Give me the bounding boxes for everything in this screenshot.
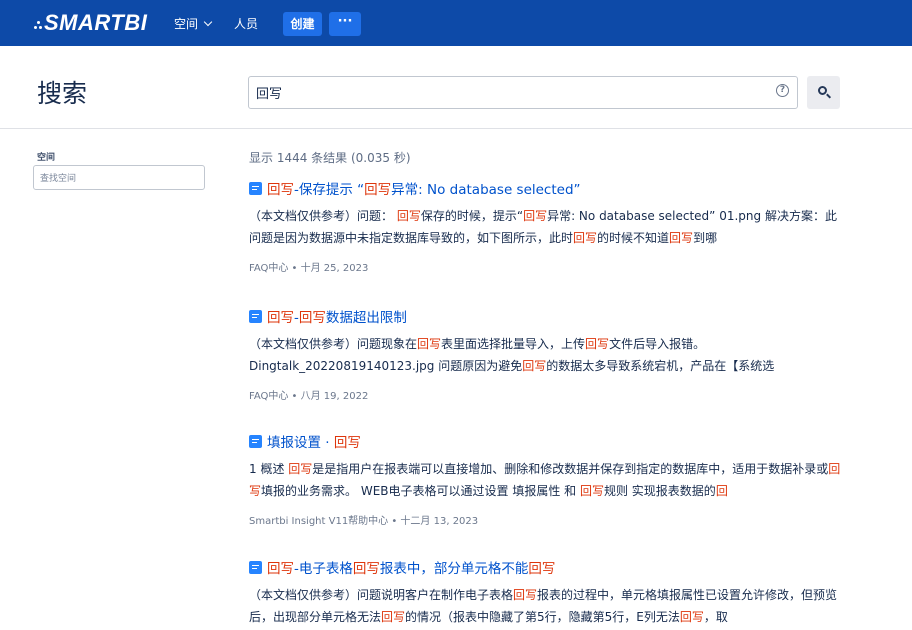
text-segment: 1 概述 [249,462,289,476]
nav-people-link[interactable]: 人员 [234,15,258,32]
text-segment: 规则 实现报表数据的 [603,484,716,498]
text-segment: 填报设置 · [267,435,334,451]
document-icon [249,560,262,574]
text-segment: （本文档仅供参考）问题说明客户在制作电子表格 [249,588,514,602]
result-meta: Smartbi Insight V11帮助中心 • 十二月 13, 2023 [249,516,479,527]
header-divider [0,128,912,129]
logo-text: SMARTBI [44,10,148,35]
page-title: 搜索 [37,79,88,108]
text-segment: 的时候不知道 [597,231,670,245]
results-summary: 显示 1444 条结果 (0.035 秒) [249,151,411,165]
result-title-link[interactable]: 回写-保存提示 “回写异常: No database selected” [249,178,859,198]
text-segment: 保存的时候，提示“ [420,209,524,223]
nav-spaces-menu[interactable]: 空间 [174,15,213,32]
highlighted-term: 回写 [573,231,598,245]
text-segment: 到哪 [693,231,718,245]
highlighted-term: 回写 [579,484,604,498]
text-segment: （本文档仅供参考）问题现象在 [249,337,418,351]
smartbi-logo[interactable]: SMARTBI [34,9,147,37]
document-icon [249,434,262,448]
highlighted-term: 回写 [528,561,556,577]
search-input[interactable] [256,77,756,108]
result-title-link[interactable]: 填报设置 · 回写 [249,431,859,451]
highlighted-term: 回写 [679,610,704,624]
text-segment: 的情况（报表中隐藏了第5行，隐藏第5行，E列无法 [405,610,680,624]
space-filter-field [33,165,205,191]
text-segment: 异常: No database selected” [391,182,581,198]
highlighted-term: 回写 [585,337,610,351]
highlighted-term: 回写 [333,435,361,451]
space-filter-input[interactable] [34,167,204,191]
help-icon[interactable]: ? [776,84,789,97]
text-segment: 的数据太多导致系统宕机，产品在【系统选 [546,359,775,373]
highlighted-term: 回写 [381,610,406,624]
highlighted-term: 回写 [522,359,547,373]
space-filter-label: 空间 [37,153,56,163]
text-segment: （本文档仅供参考）问题： [249,209,397,223]
highlighted-term: 回写 [396,209,421,223]
highlighted-term: 回写 [523,209,548,223]
result-excerpt: （本文档仅供参考）问题现象在回写表里面选择批量导入，上传回写文件后导入报错。 D… [249,333,841,377]
result-meta: FAQ中心 • 八月 19, 2022 [249,391,369,402]
top-navigation-bar: SMARTBI 空间 人员 创建 ··· [0,0,912,46]
highlighted-term: 回写 [669,231,694,245]
highlighted-term: 回写 [267,310,294,326]
result-meta: FAQ中心 • 十月 25, 2023 [249,263,369,274]
highlighted-term: 回 [715,484,728,498]
search-result: 填报设置 · 回写 1 概述 回写是是指用户在报表端可以直接增加、删除和修改数据… [249,431,859,527]
search-result: 回写-电子表格回写报表中，部分单元格不能回写 （本文档仅供参考）问题说明客户在制… [249,557,859,628]
text-segment: 表里面选择批量导入，上传 [441,337,586,351]
text-segment: 是是指用户在报表端可以直接增加、删除和修改数据并保存到指定的数据库中，适用于数据… [312,462,829,476]
text-segment: -保存提示 “ [294,182,365,198]
result-title-text: 回写-回写数据超出限制 [267,306,407,326]
text-segment: 填报的业务需求。 WEB电子表格可以通过设置 填报属性 和 [261,484,580,498]
text-segment: 数据超出限制 [325,310,407,326]
search-icon-handle [825,93,832,99]
search-result: 回写-回写数据超出限制 （本文档仅供参考）问题现象在回写表里面选择批量导入，上传… [249,306,859,402]
chevron-down-icon [203,17,213,26]
highlighted-term: 回写 [513,588,538,602]
result-title-text: 填报设置 · 回写 [267,431,361,451]
highlighted-term: 回写 [298,310,326,326]
result-title-link[interactable]: 回写-电子表格回写报表中，部分单元格不能回写 [249,557,859,577]
result-title-text: 回写-保存提示 “回写异常: No database selected” [267,178,581,198]
search-result: 回写-保存提示 “回写异常: No database selected” （本文… [249,178,859,274]
text-segment: ，取 [703,610,728,624]
text-segment: 报表中，部分单元格不能 [379,561,529,577]
search-box: ? [248,76,798,109]
logo-dots-icon [34,14,42,32]
result-excerpt: （本文档仅供参考）问题： 回写保存的时候，提示“回写异常: No databas… [249,205,841,249]
create-button[interactable]: 创建 [283,12,322,36]
result-title-link[interactable]: 回写-回写数据超出限制 [249,306,859,326]
search-button[interactable] [807,76,840,109]
result-excerpt: 1 概述 回写是是指用户在报表端可以直接增加、删除和修改数据并保存到指定的数据库… [249,458,841,502]
highlighted-term: 回写 [288,462,313,476]
highlighted-term: 回写 [267,182,294,198]
highlighted-term: 回写 [352,561,380,577]
text-segment: -电子表格 [294,561,353,577]
nav-spaces-label: 空间 [174,17,199,31]
more-button[interactable]: ··· [329,12,361,36]
document-icon [249,181,262,195]
result-title-text: 回写-电子表格回写报表中，部分单元格不能回写 [267,557,555,577]
document-icon [249,309,262,323]
highlighted-term: 回写 [267,561,294,577]
result-excerpt: （本文档仅供参考）问题说明客户在制作电子表格回写报表的过程中，单元格填报属性已设… [249,584,841,628]
highlighted-term: 回写 [364,182,392,198]
highlighted-term: 回写 [417,337,442,351]
